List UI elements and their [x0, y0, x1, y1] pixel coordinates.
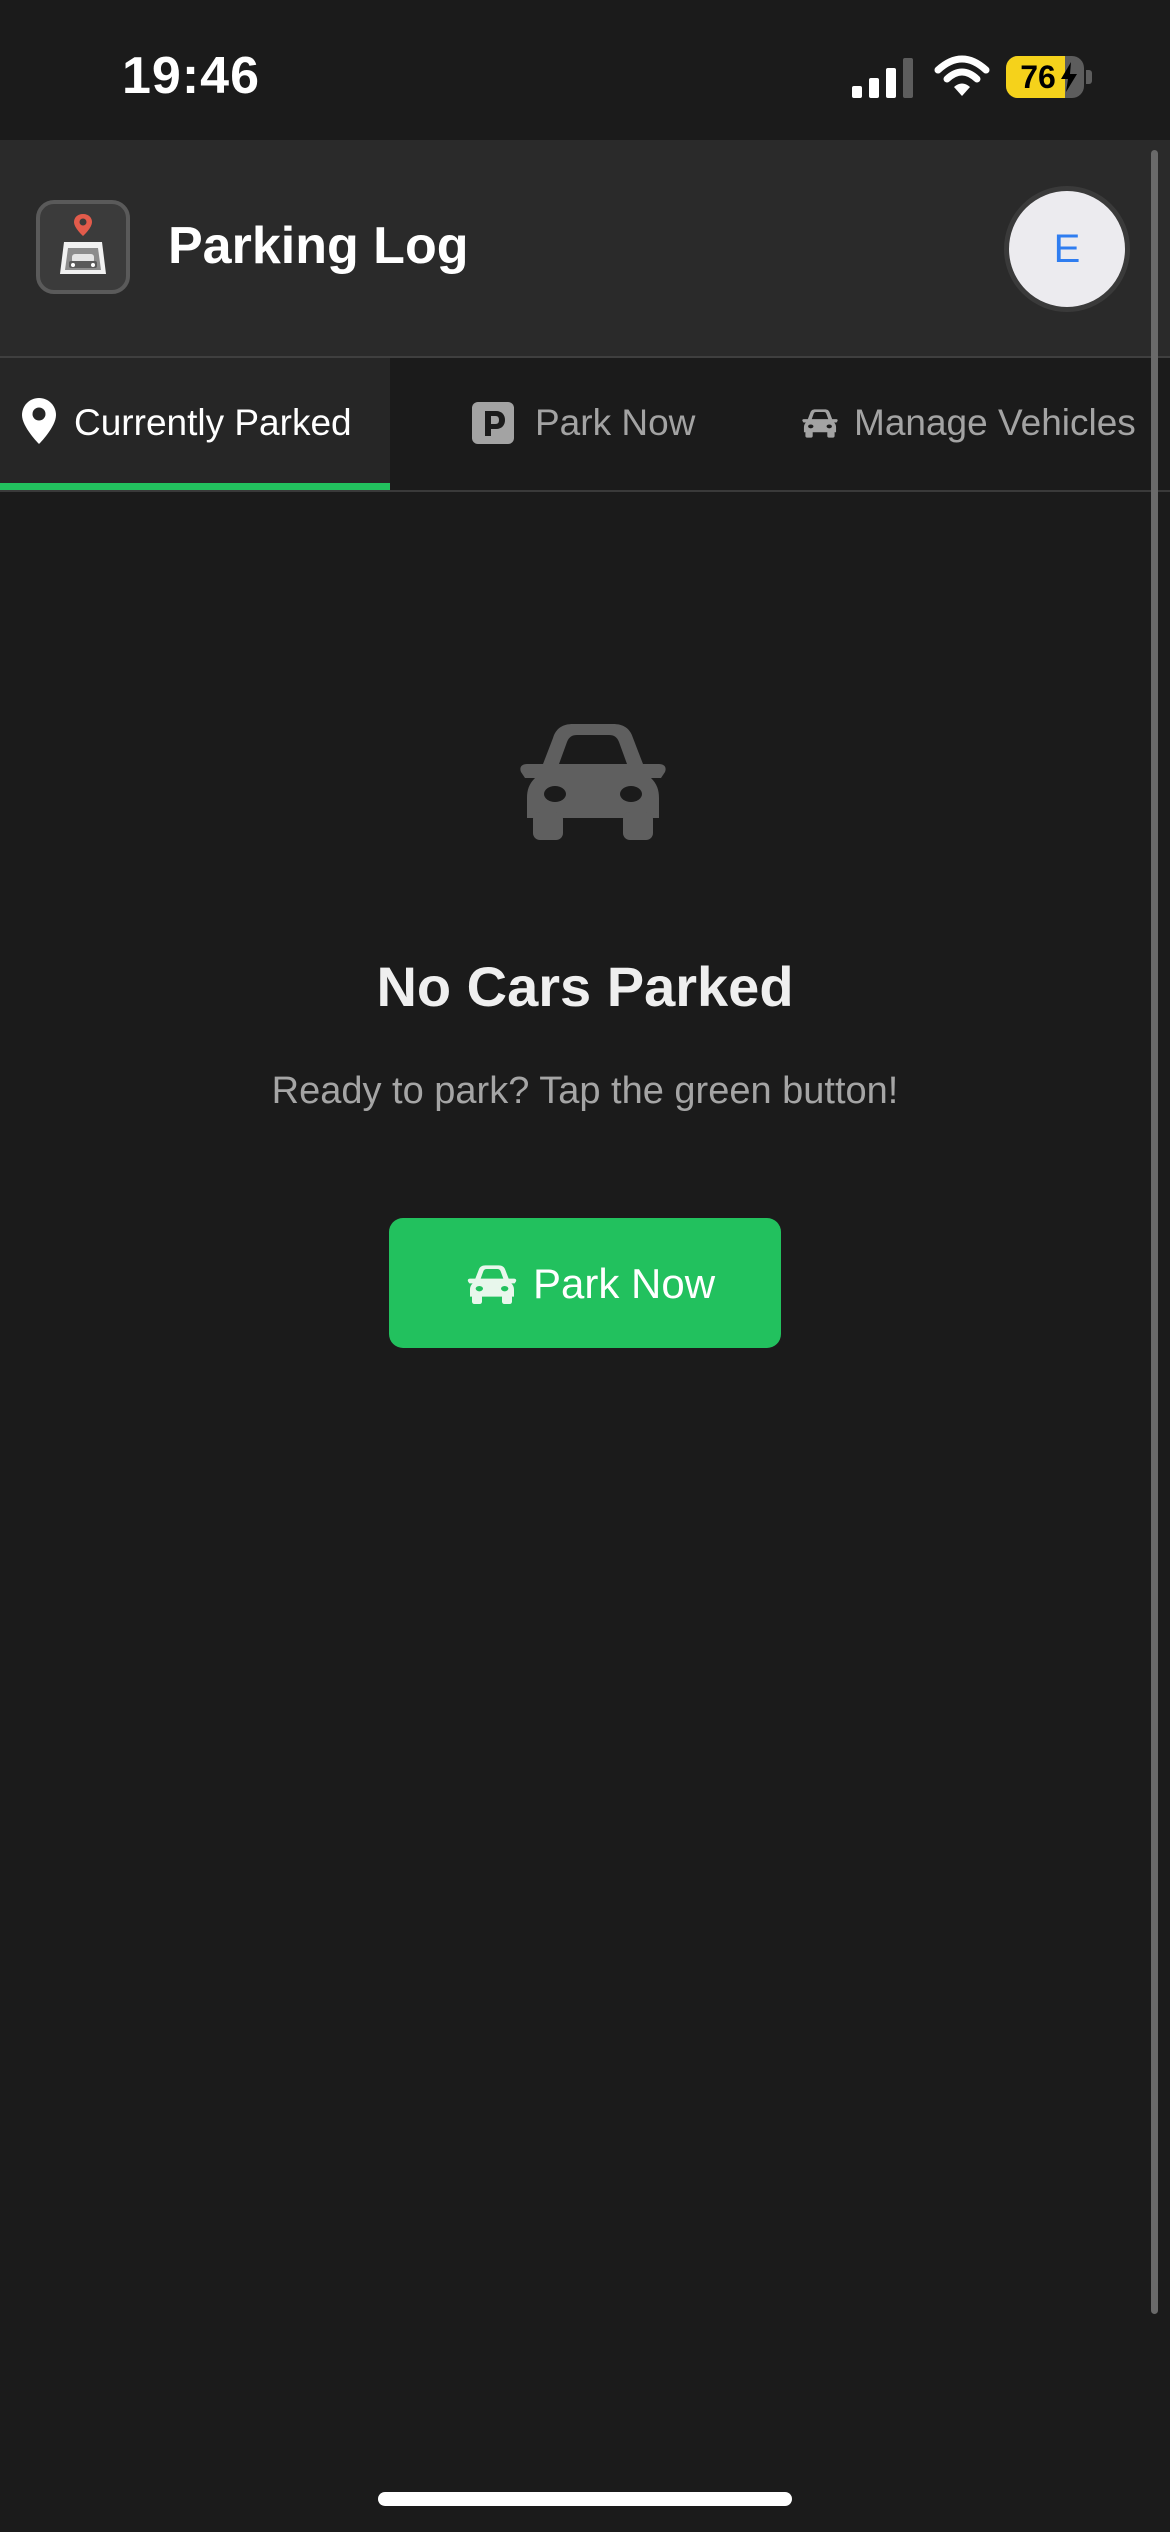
battery-indicator: 76 [1006, 56, 1094, 98]
scrollbar[interactable] [1151, 150, 1158, 2314]
park-now-button-label: Park Now [533, 1260, 716, 1307]
charging-bolt-icon [1061, 62, 1077, 92]
status-time: 19:46 [122, 47, 260, 105]
tab-label: Park Now [535, 402, 696, 443]
map-pin-icon [22, 398, 56, 444]
tab-label: Manage Vehicles [854, 402, 1136, 443]
app-header: Parking Log E [0, 140, 1170, 358]
active-tab-indicator [0, 483, 390, 490]
tab-manage-vehicles[interactable]: Manage Vehicles [770, 358, 1170, 490]
user-avatar[interactable]: E [1004, 186, 1130, 312]
car-icon [520, 724, 666, 840]
battery-body: 76 [1006, 56, 1084, 98]
parking-sign-icon [472, 402, 514, 444]
wifi-icon [934, 55, 990, 96]
status-bar: 19:46 76 [0, 0, 1170, 140]
battery-nub [1086, 70, 1092, 84]
car-icon [467, 1265, 517, 1304]
home-indicator[interactable] [378, 2492, 792, 2506]
parking-logo-icon [60, 214, 106, 274]
empty-state-subtitle: Ready to park? Tap the green button! [271, 1070, 899, 1112]
empty-state-title: No Cars Parked [376, 955, 794, 1018]
app-title: Parking Log [168, 217, 469, 275]
app-logo [36, 200, 130, 294]
tab-currently-parked[interactable]: Currently Parked [0, 358, 390, 490]
app-screen: 19:46 76 Parking Log E Currently Parked … [0, 0, 1170, 2532]
tab-label: Currently Parked [74, 402, 352, 443]
park-now-button[interactable]: Park Now [389, 1218, 781, 1348]
tab-bar: Currently Parked Park Now Manage Vehicle… [0, 358, 1170, 492]
car-icon [802, 409, 838, 438]
cellular-signal-icon [852, 58, 913, 98]
tab-park-now[interactable]: Park Now [390, 358, 770, 490]
